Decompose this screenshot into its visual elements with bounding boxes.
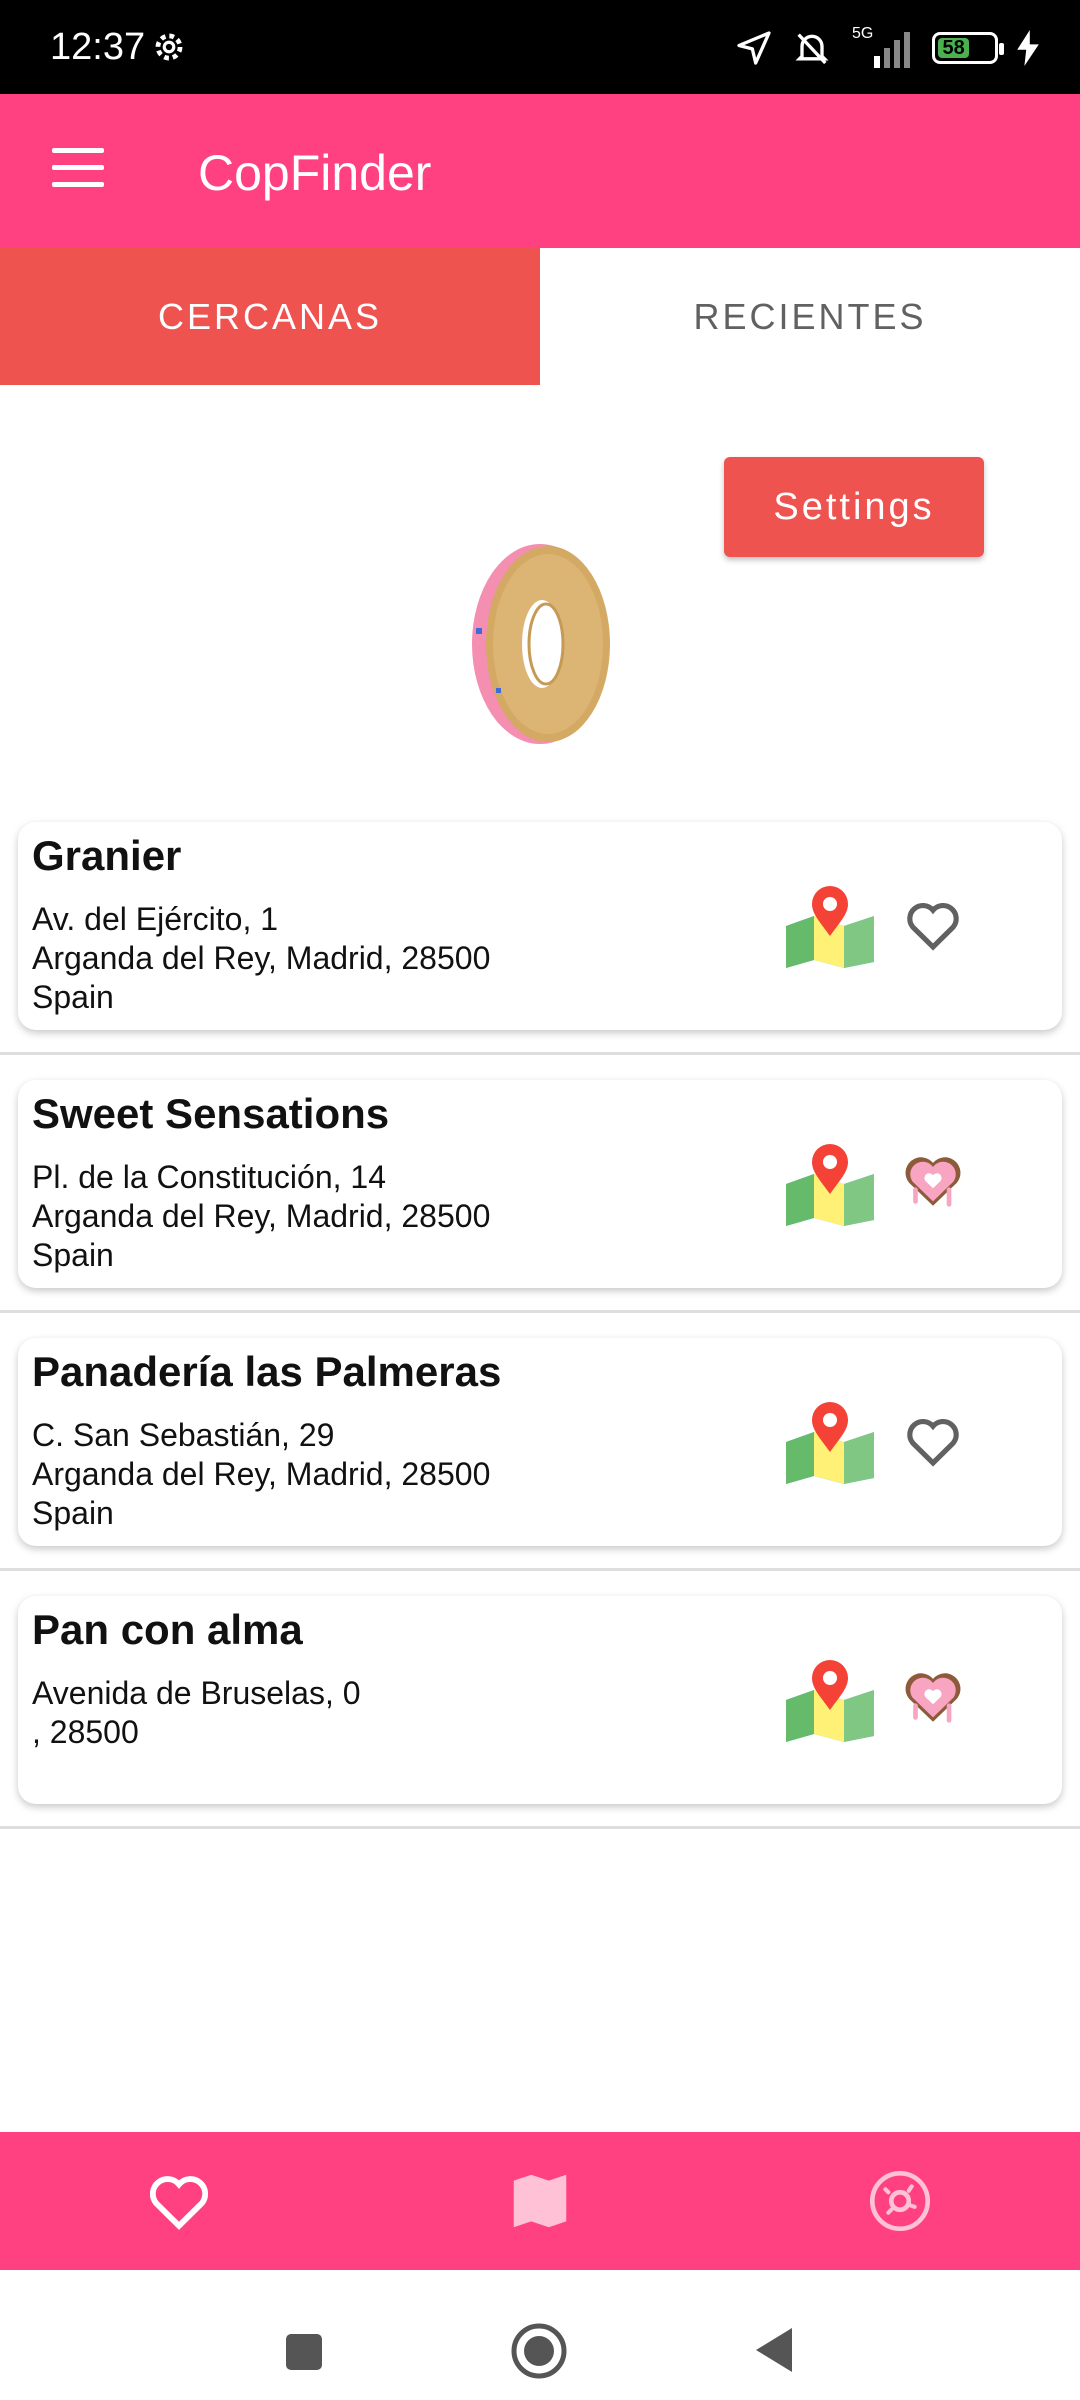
- address-line: Pl. de la Constitución, 14: [32, 1159, 386, 1195]
- back-icon[interactable]: [754, 2326, 794, 2374]
- address-line: Spain: [32, 1237, 114, 1273]
- map-pin-icon[interactable]: [784, 1660, 876, 1742]
- divider: [0, 1826, 1080, 1829]
- location-arrow-icon: [737, 31, 771, 65]
- divider: [0, 1052, 1080, 1055]
- settings-gear-icon: [155, 33, 183, 61]
- tab-bar: CERCANAS RECIENTES: [0, 248, 1080, 385]
- place-name: Sweet Sensations: [32, 1090, 390, 1137]
- bottom-navigation: [0, 2132, 1080, 2270]
- address-line: Arganda del Rey, Madrid, 28500: [32, 1456, 491, 1492]
- signal-bars-icon: [874, 32, 910, 68]
- map-pin-icon[interactable]: [784, 1144, 876, 1226]
- menu-icon[interactable]: [52, 148, 104, 188]
- place-address: Avenida de Bruselas, 0 , 28500: [32, 1674, 361, 1752]
- app-bar: CopFinder: [0, 94, 1080, 248]
- home-icon[interactable]: [510, 2322, 568, 2380]
- address-line: Avenida de Bruselas, 0: [32, 1675, 361, 1711]
- donut-icon: [472, 544, 610, 744]
- signal-indicator: 5G: [850, 26, 914, 70]
- map-pin-icon[interactable]: [784, 886, 876, 968]
- settings-button[interactable]: Settings: [724, 457, 984, 557]
- heart-filled-icon[interactable]: [898, 1146, 968, 1216]
- charging-bolt-icon: [1017, 30, 1039, 66]
- map-pin-icon[interactable]: [784, 1402, 876, 1484]
- address-line: C. San Sebastián, 29: [32, 1417, 335, 1453]
- address-line: Arganda del Rey, Madrid, 28500: [32, 940, 491, 976]
- place-card[interactable]: Sweet Sensations Pl. de la Constitución,…: [18, 1080, 1062, 1288]
- nav-favorites-heart-icon[interactable]: [144, 2166, 214, 2236]
- system-navigation-bar: [0, 2270, 1080, 2400]
- battery-indicator: 58: [932, 32, 1004, 64]
- place-address: Av. del Ejército, 1 Arganda del Rey, Mad…: [32, 900, 490, 1017]
- heart-outline-icon[interactable]: [902, 894, 964, 956]
- address-line: Spain: [32, 979, 114, 1015]
- battery-level: 58: [938, 37, 970, 59]
- app-title: CopFinder: [198, 145, 432, 201]
- address-line: , 28500: [32, 1714, 139, 1750]
- place-name: Panadería las Palmeras: [32, 1348, 502, 1395]
- nav-donut-icon[interactable]: [865, 2166, 935, 2236]
- status-time: 12:37: [50, 26, 146, 68]
- heart-outline-icon[interactable]: [902, 1410, 964, 1472]
- address-line: Spain: [32, 1495, 114, 1531]
- heart-filled-icon[interactable]: [898, 1662, 968, 1732]
- place-card[interactable]: Granier Av. del Ejército, 1 Arganda del …: [18, 822, 1062, 1030]
- place-name: Granier: [32, 832, 182, 879]
- place-card[interactable]: Pan con alma Avenida de Bruselas, 0 , 28…: [18, 1596, 1062, 1804]
- address-line: Arganda del Rey, Madrid, 28500: [32, 1198, 491, 1234]
- nav-map-icon[interactable]: [505, 2166, 575, 2236]
- status-bar: 12:37 5G 58: [0, 0, 1080, 94]
- divider: [0, 1310, 1080, 1313]
- tab-recientes[interactable]: RECIENTES: [540, 248, 1080, 385]
- place-card[interactable]: Panadería las Palmeras C. San Sebastián,…: [18, 1338, 1062, 1546]
- divider: [0, 1568, 1080, 1571]
- status-icons: 5G 58: [734, 24, 1040, 72]
- bell-muted-icon: [795, 33, 829, 65]
- place-name: Pan con alma: [32, 1606, 303, 1653]
- place-address: Pl. de la Constitución, 14 Arganda del R…: [32, 1158, 490, 1275]
- tab-cercanas[interactable]: CERCANAS: [0, 248, 540, 385]
- recent-apps-icon[interactable]: [284, 2332, 324, 2372]
- address-line: Av. del Ejército, 1: [32, 901, 279, 937]
- place-address: C. San Sebastián, 29 Arganda del Rey, Ma…: [32, 1416, 490, 1533]
